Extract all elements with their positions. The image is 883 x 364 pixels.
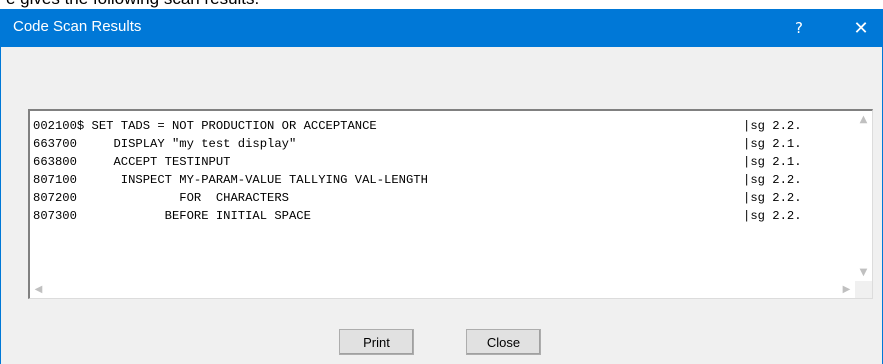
- code-line-tag: |sg 2.1.: [743, 137, 802, 151]
- close-button[interactable]: Close: [466, 329, 541, 355]
- scroll-up-icon[interactable]: ▲: [855, 111, 872, 128]
- close-icon[interactable]: ✕: [839, 9, 883, 47]
- code-scan-results-dialog: Code Scan Results ? ✕ 002100$ SET TADS =…: [0, 9, 883, 364]
- code-line-text: 663800 ACCEPT TESTINPUT: [33, 155, 231, 169]
- scroll-right-icon[interactable]: ▶: [838, 281, 855, 298]
- code-line[interactable]: 663700 DISPLAY "my test display" |sg 2.1…: [33, 135, 833, 153]
- code-line-text: 663700 DISPLAY "my test display": [33, 137, 297, 151]
- print-button[interactable]: Print: [339, 329, 414, 355]
- vertical-scrollbar[interactable]: ▲ ▼: [855, 111, 872, 281]
- code-lines: 002100$ SET TADS = NOT PRODUCTION OR ACC…: [33, 117, 833, 225]
- code-line-text: 807300 BEFORE INITIAL SPACE: [33, 209, 311, 223]
- code-line-tag: |sg 2.1.: [743, 155, 802, 169]
- code-line-text: 002100$ SET TADS = NOT PRODUCTION OR ACC…: [33, 119, 377, 133]
- code-line-text: 807200 FOR CHARACTERS: [33, 191, 289, 205]
- scrollbar-corner: [855, 281, 872, 298]
- code-line[interactable]: 807200 FOR CHARACTERS |sg 2.2.: [33, 189, 833, 207]
- title-bar: Code Scan Results ? ✕: [1, 9, 882, 47]
- code-line-tag: |sg 2.2.: [743, 173, 802, 187]
- code-line[interactable]: 663800 ACCEPT TESTINPUT |sg 2.1.: [33, 153, 833, 171]
- code-line[interactable]: 807300 BEFORE INITIAL SPACE |sg 2.2.: [33, 207, 833, 225]
- horizontal-scrollbar[interactable]: ◀ ▶: [30, 281, 855, 298]
- code-line[interactable]: 807100 INSPECT MY-PARAM-VALUE TALLYING V…: [33, 171, 833, 189]
- code-line-tag: |sg 2.2.: [743, 119, 802, 133]
- scroll-left-icon[interactable]: ◀: [30, 281, 47, 298]
- help-button[interactable]: ?: [777, 9, 821, 47]
- code-line-tag: |sg 2.2.: [743, 209, 802, 223]
- caption-text: e gives the following scan results.: [6, 0, 259, 9]
- code-line-text: 807100 INSPECT MY-PARAM-VALUE TALLYING V…: [33, 173, 428, 187]
- scan-results-listbox[interactable]: 002100$ SET TADS = NOT PRODUCTION OR ACC…: [28, 109, 873, 299]
- code-line-tag: |sg 2.2.: [743, 191, 802, 205]
- window-title: Code Scan Results: [13, 18, 142, 35]
- scroll-down-icon[interactable]: ▼: [855, 264, 872, 281]
- code-line[interactable]: 002100$ SET TADS = NOT PRODUCTION OR ACC…: [33, 117, 833, 135]
- document-caption-fragment: e gives the following scan results.: [0, 0, 883, 9]
